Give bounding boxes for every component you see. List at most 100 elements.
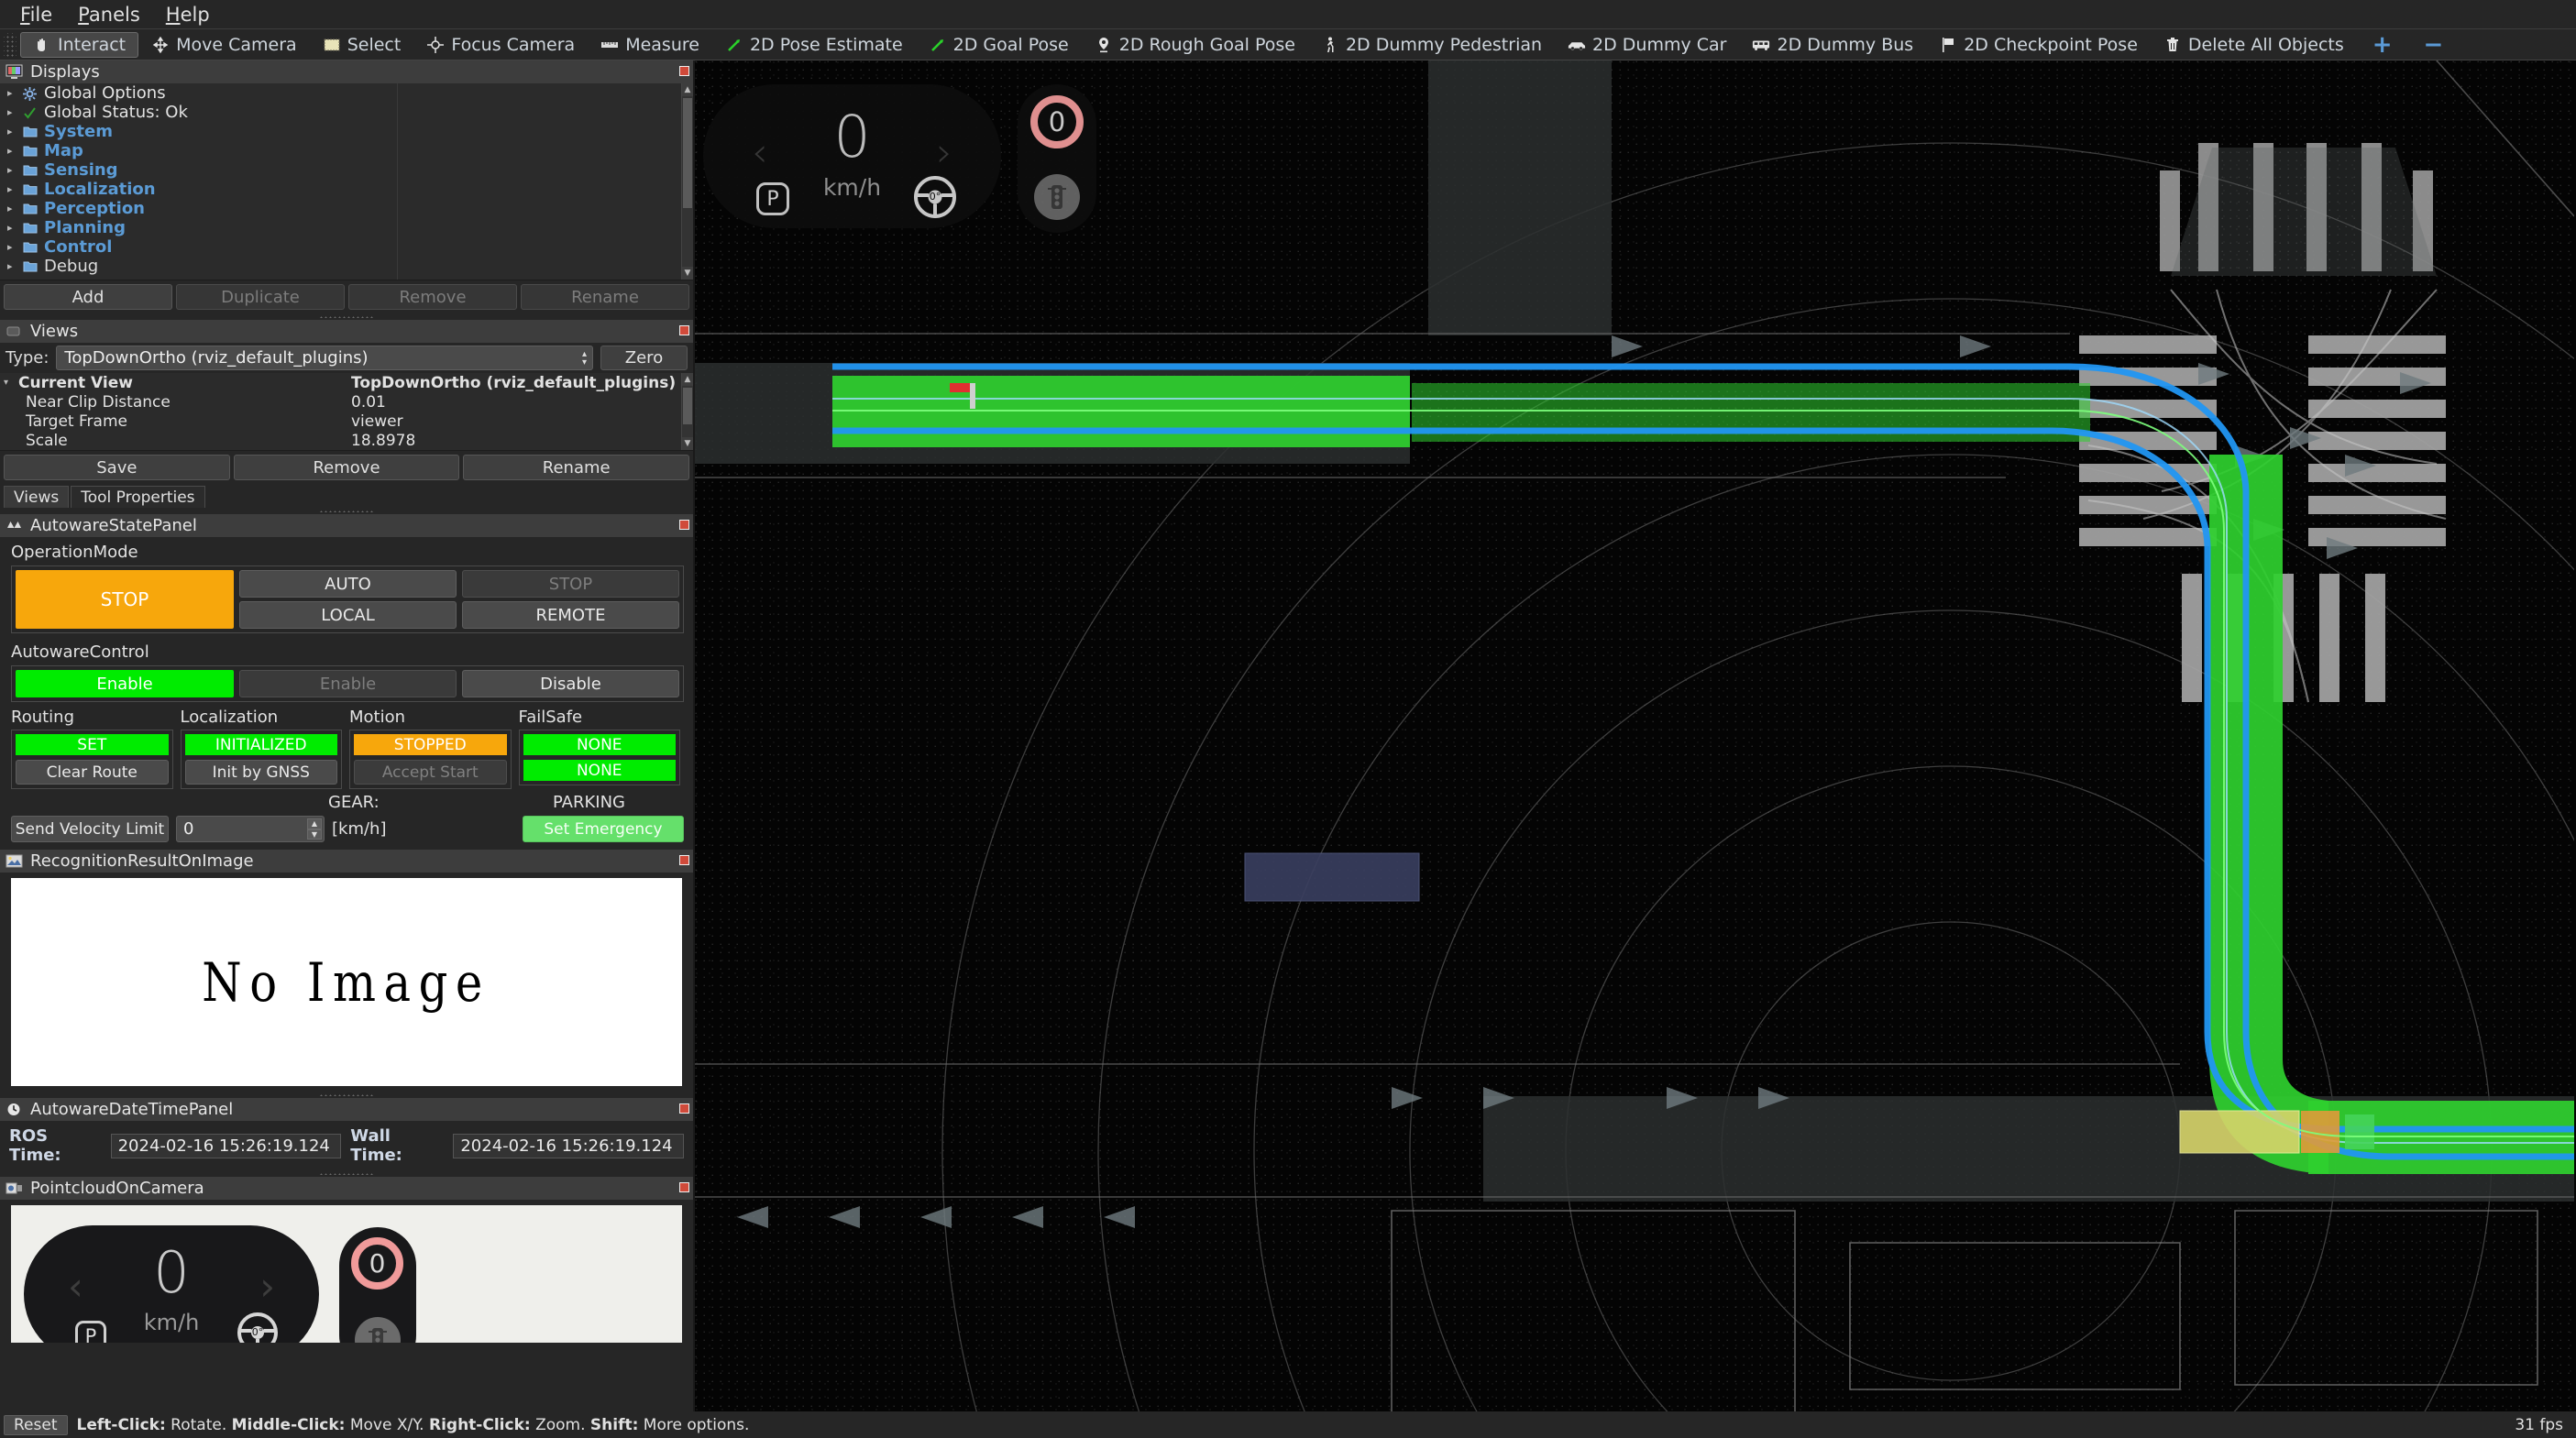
init-by-gnss-button[interactable]: Init by GNSS [185,760,338,785]
views-type-select[interactable]: TopDownOrtho (rviz_default_plugins) ▴▾ [56,346,593,370]
tree-item-debug[interactable]: ▸ Debug [0,257,397,276]
chevron-right-icon[interactable]: ▸ [7,222,17,234]
displays-tree[interactable]: ▸ Global Options ▸ Global Status: Ok [0,83,693,280]
remove-display-button[interactable]: Remove [348,284,517,310]
tool-move-camera[interactable]: Move Camera [138,32,310,58]
tool-delete-all-objects[interactable]: Delete All Objects [2151,32,2357,58]
tool-2d-dummy-car[interactable]: 2D Dummy Car [1555,32,1739,58]
remove-tool-button[interactable]: − [2408,32,2460,58]
detected-vehicle [2180,1111,2374,1153]
close-icon[interactable] [679,1103,689,1114]
tool-2d-pose-estimate[interactable]: 2D Pose Estimate [712,32,916,58]
chevron-right-icon[interactable]: ▸ [7,203,17,214]
spinner-arrows[interactable]: ▲▼ [307,818,322,840]
pointcloud-camera-view[interactable]: ‹ › 0 km/h P 0° 0 [11,1205,682,1343]
spinner-up-icon[interactable]: ▲ [307,818,322,829]
tool-2d-dummy-pedestrian[interactable]: 2D Dummy Pedestrian [1308,32,1555,58]
close-icon[interactable] [679,66,689,76]
mode-remote-button[interactable]: REMOTE [462,601,679,629]
scroll-up-icon[interactable]: ▲ [682,373,693,386]
tree-item-perception[interactable]: ▸ Perception [0,199,397,218]
mode-stop-button[interactable]: STOP [462,570,679,598]
scroll-up-icon[interactable]: ▲ [682,83,693,96]
chevron-right-icon[interactable]: ▸ [7,183,17,195]
tool-interact[interactable]: Interact [20,32,138,58]
ros-time-value[interactable]: 2024-02-16 15:26:19.124 [111,1134,342,1158]
send-velocity-limit-button[interactable]: Send Velocity Limit [11,816,169,842]
close-icon[interactable] [679,520,689,530]
tab-views[interactable]: Views [4,486,69,508]
menu-help[interactable]: Help [155,1,221,28]
chevron-right-icon[interactable]: ▸ [7,87,17,99]
tree-item-map[interactable]: ▸ Map [0,141,397,160]
menu-file[interactable]: File [9,1,63,28]
clear-route-button[interactable]: Clear Route [16,760,169,785]
tool-select[interactable]: Select [310,32,414,58]
save-view-button[interactable]: Save [4,455,230,480]
mode-local-button[interactable]: LOCAL [239,601,457,629]
rename-view-button[interactable]: Rename [463,455,689,480]
tree-item-global-options[interactable]: ▸ Global Options [0,83,397,103]
rename-display-button[interactable]: Rename [521,284,689,310]
tree-item-control[interactable]: ▸ Control [0,237,397,257]
views-scrollbar[interactable]: ▲ ▼ [681,373,693,450]
view-prop-value[interactable]: 18.8978 [351,432,415,450]
splitter-handle[interactable] [0,1092,693,1098]
scroll-down-icon[interactable]: ▼ [682,437,693,450]
view-prop-key: Current View [15,374,133,392]
add-tool-button[interactable]: + [2357,32,2408,58]
chevron-right-icon[interactable]: ▸ [7,145,17,157]
pose-arrow-icon [929,36,947,54]
zero-button[interactable]: Zero [600,346,688,370]
wall-time-value[interactable]: 2024-02-16 15:26:19.124 [453,1134,684,1158]
view-prop-value[interactable]: viewer [351,412,403,431]
close-icon[interactable] [679,855,689,865]
close-icon[interactable] [679,325,689,335]
displays-scrollbar[interactable]: ▲ ▼ [681,83,693,280]
chevron-right-icon[interactable]: ▸ [7,241,17,253]
view-prop-row: Target Frame [0,412,351,431]
velocity-limit-input[interactable]: 0 ▲▼ [176,816,325,842]
view-prop-value[interactable]: 0.01 [351,393,386,412]
spinner-down-icon[interactable]: ▼ [307,829,322,840]
chevron-right-icon[interactable]: ▸ [7,126,17,137]
remove-view-button[interactable]: Remove [234,455,460,480]
set-emergency-button[interactable]: Set Emergency [523,816,684,842]
accept-start-button[interactable]: Accept Start [354,760,507,785]
splitter-handle[interactable] [0,1170,693,1177]
splitter-handle[interactable] [0,508,693,514]
tool-2d-rough-goal-pose[interactable]: 2D Rough Goal Pose [1082,32,1308,58]
control-disable-button[interactable]: Disable [462,670,679,697]
tool-focus-camera[interactable]: Focus Camera [413,32,588,58]
menu-panels[interactable]: Panels [67,1,151,28]
reset-button[interactable]: Reset [4,1415,68,1435]
render-view-3d[interactable]: ‹ › 0 km/h P 0° 0 [695,60,2576,1411]
duplicate-display-button[interactable]: Duplicate [176,284,345,310]
chevron-down-icon[interactable]: ▾ [4,378,15,388]
mode-auto-button[interactable]: AUTO [239,570,457,598]
control-enable-button[interactable]: Enable [239,670,457,697]
scroll-down-icon[interactable]: ▼ [682,267,693,280]
tool-2d-dummy-bus[interactable]: 2D Dummy Bus [1739,32,1926,58]
splitter-handle[interactable] [0,313,693,320]
tree-item-sensing[interactable]: ▸ Sensing [0,160,397,180]
add-display-button[interactable]: Add [4,284,172,310]
chevron-right-icon[interactable]: ▸ [7,106,17,118]
tree-item-system[interactable]: ▸ System [0,122,397,141]
toolbar-grip[interactable] [4,33,17,57]
tree-item-planning[interactable]: ▸ Planning [0,218,397,237]
chevron-right-icon[interactable]: ▸ [7,164,17,176]
tree-item-global-status[interactable]: ▸ Global Status: Ok [0,103,397,122]
scrollbar-thumb[interactable] [683,98,692,208]
chevron-right-icon[interactable]: ▸ [7,260,17,272]
operation-mode-buttons: AUTO STOP LOCAL REMOTE [239,570,679,629]
tool-2d-goal-pose[interactable]: 2D Goal Pose [916,32,1082,58]
tool-measure[interactable]: Measure [588,32,712,58]
lidar-map-canvas[interactable] [695,60,2574,1411]
tab-tool-properties[interactable]: Tool Properties [71,486,204,508]
views-properties-table[interactable]: ▾Current View Near Clip Distance Target … [0,373,693,451]
tree-item-localization[interactable]: ▸ Localization [0,180,397,199]
tool-2d-checkpoint-pose[interactable]: 2D Checkpoint Pose [1926,32,2151,58]
scrollbar-thumb[interactable] [683,388,692,424]
close-icon[interactable] [679,1182,689,1192]
